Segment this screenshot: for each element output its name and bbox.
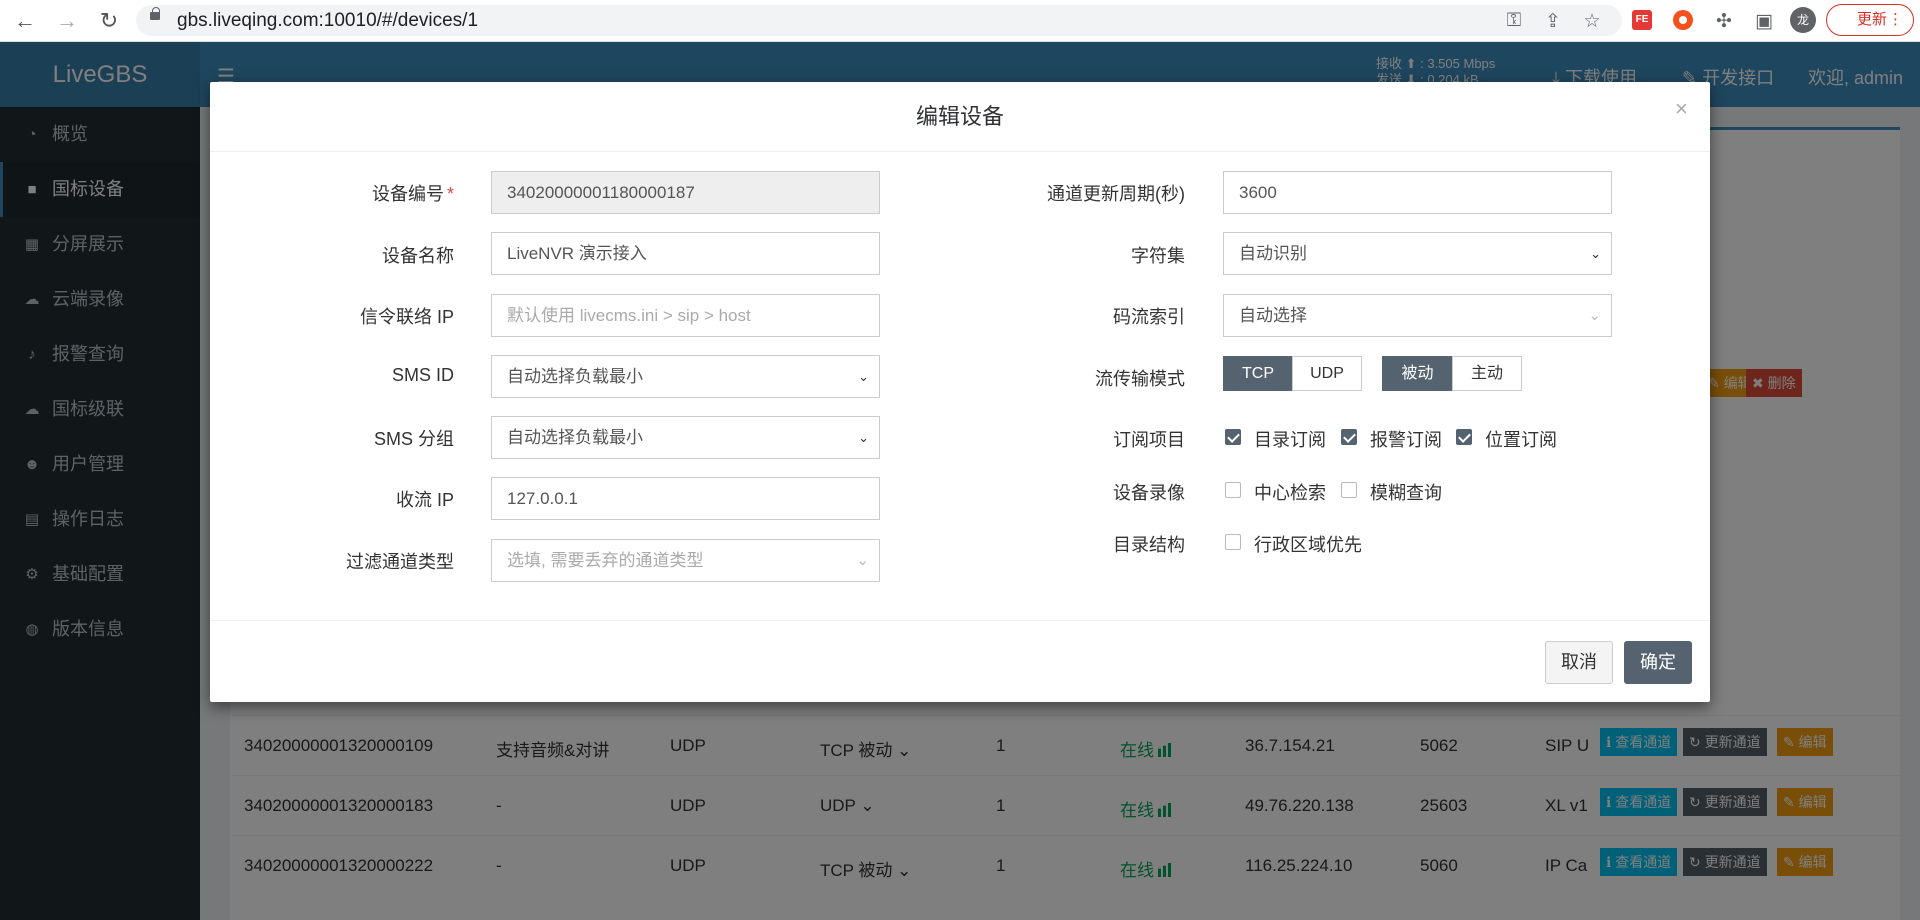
browser-update-button[interactable]: 更新 ⋮ [1826, 4, 1914, 36]
extension-icon[interactable] [1673, 10, 1693, 30]
sms-id-label: SMS ID [391, 365, 454, 385]
update-period-label: 通道更新周期(秒) [1047, 184, 1185, 204]
filter-type-label: 过滤通道类型 [346, 552, 454, 572]
update-period-field[interactable]: 3600 [1223, 171, 1612, 214]
receive-ip-label: 收流 IP [395, 490, 454, 510]
alarm-subscribe-label: 报警订阅 [1370, 430, 1442, 450]
catalog-subscribe-checkbox[interactable] [1225, 429, 1241, 445]
device-name-field[interactable]: LiveNVR 演示接入 [491, 232, 880, 275]
star-icon[interactable]: ☆ [1580, 10, 1604, 33]
stream-index-select[interactable]: 自动选择 ⌄ [1223, 294, 1612, 337]
catalog-subscribe-label: 目录订阅 [1254, 430, 1326, 450]
receive-ip-field[interactable]: 127.0.0.1 [491, 477, 880, 520]
fuzzy-query-checkbox[interactable] [1341, 482, 1357, 498]
dialog-title: 编辑设备 [210, 82, 1710, 152]
edit-device-dialog: 编辑设备 × 设备编号 * 34020000001180000187 设备名称 L… [210, 82, 1710, 702]
cancel-button[interactable]: 取消 [1545, 641, 1613, 684]
transport-passive-button[interactable]: 被动 [1382, 356, 1453, 391]
transport-mode-label: 流传输模式 [1095, 369, 1185, 389]
position-subscribe-label: 位置订阅 [1485, 430, 1557, 450]
url-text[interactable]: gbs.liveqing.com:10010/#/devices/1 [177, 10, 478, 32]
sms-group-label: SMS 分组 [373, 429, 454, 449]
profile-avatar[interactable]: 龙 [1790, 7, 1816, 33]
chevron-down-icon: ⌄ [1588, 307, 1601, 324]
stream-index-label: 码流索引 [1113, 307, 1185, 327]
transport-udp-button[interactable]: UDP [1292, 356, 1362, 391]
region-priority-checkbox[interactable] [1225, 534, 1241, 550]
device-id-field: 34020000001180000187 [491, 171, 880, 214]
transport-active-button[interactable]: 主动 [1452, 356, 1522, 391]
fe-extension-icon[interactable]: FE [1632, 10, 1652, 30]
dialog-footer-divider [210, 620, 1710, 621]
chevron-down-icon: ⌄ [856, 552, 869, 569]
confirm-button[interactable]: 确定 [1624, 641, 1692, 684]
transport-tcp-button[interactable]: TCP [1223, 356, 1293, 391]
charset-select[interactable]: 自动识别 ⌄ [1223, 232, 1612, 275]
close-icon[interactable]: × [1675, 96, 1688, 122]
catalog-structure-label: 目录结构 [1113, 535, 1185, 555]
update-label: 更新 [1857, 11, 1888, 28]
key-icon[interactable]: ⚿ [1502, 10, 1526, 32]
sms-group-select[interactable]: 自动选择负载最小 ⌄ [491, 416, 880, 459]
fuzzy-query-label: 模糊查询 [1370, 483, 1442, 503]
charset-label: 字符集 [1131, 246, 1185, 266]
chevron-down-icon: ⌄ [858, 369, 869, 384]
browser-toolbar: ← → ↻ gbs.liveqing.com:10010/#/devices/1… [0, 0, 1920, 42]
signal-ip-field[interactable]: 默认使用 livecms.ini > sip > host [491, 294, 880, 337]
back-icon[interactable]: ← [12, 8, 38, 34]
subscribe-label: 订阅项目 [1113, 430, 1185, 450]
filter-type-select[interactable]: 选填, 需要丢弃的通道类型 ⌄ [491, 539, 880, 582]
device-record-label: 设备录像 [1113, 483, 1185, 503]
region-priority-label: 行政区域优先 [1254, 535, 1362, 555]
position-subscribe-checkbox[interactable] [1456, 429, 1472, 445]
device-id-label: 设备编号 * [371, 184, 454, 204]
share-icon[interactable]: ⇪ [1541, 10, 1565, 33]
center-search-checkbox[interactable] [1225, 482, 1241, 498]
center-search-label: 中心检索 [1254, 483, 1326, 503]
alarm-subscribe-checkbox[interactable] [1341, 429, 1357, 445]
sidepanel-icon[interactable]: ▣ [1752, 10, 1776, 33]
reload-icon[interactable]: ↻ [96, 8, 122, 34]
chevron-down-icon: ⌄ [858, 430, 869, 445]
puzzle-icon[interactable]: ✣ [1712, 10, 1736, 33]
forward-icon[interactable]: → [54, 8, 80, 34]
signal-ip-label: 信令联络 IP [359, 307, 454, 327]
lock-icon[interactable] [150, 7, 160, 20]
chevron-down-icon: ⌄ [1590, 246, 1601, 261]
more-icon: ⋮ [1888, 11, 1903, 28]
sms-id-select[interactable]: 自动选择负载最小 ⌄ [491, 355, 880, 398]
device-name-label: 设备名称 [382, 246, 454, 266]
